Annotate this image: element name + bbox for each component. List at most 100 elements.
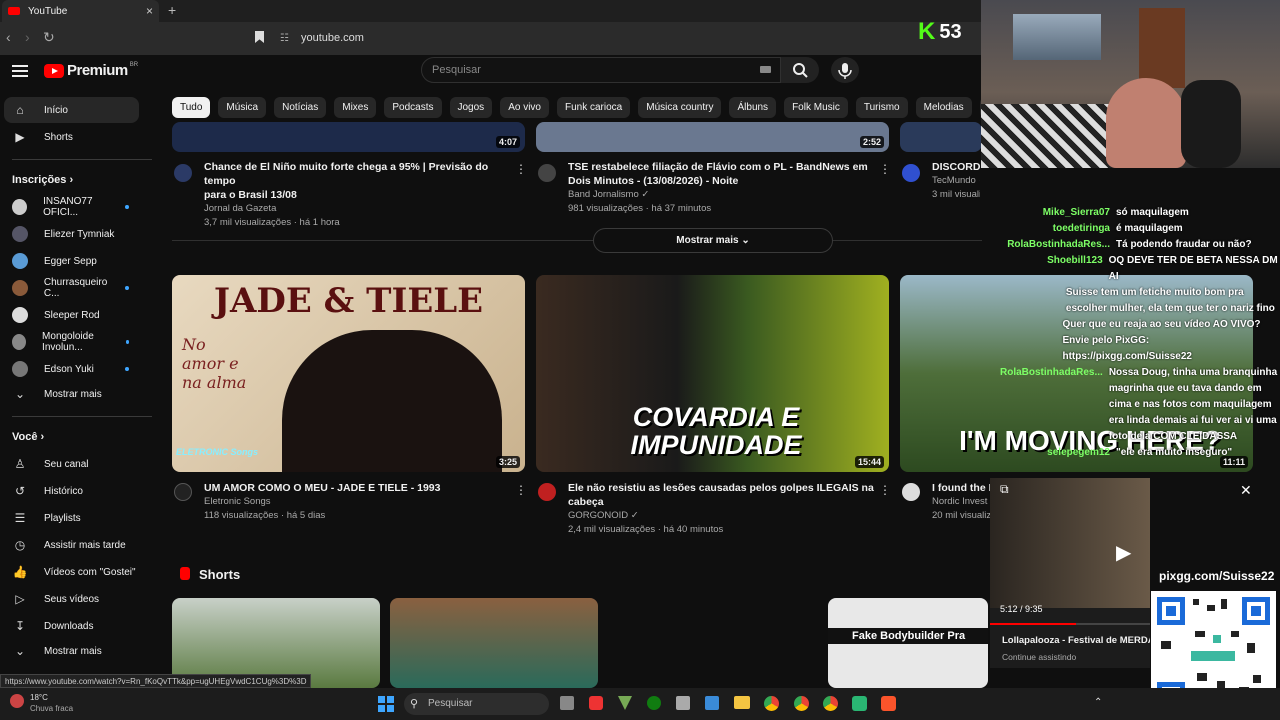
subscriptions-show-more[interactable]: ⌄ Mostrar mais [0,381,165,407]
sidebar-item-subscription[interactable]: Sleeper Rod [0,302,165,328]
video-thumbnail[interactable]: JADE & TIELE No amor e na alma ELETRONIC… [172,275,525,472]
channel-name[interactable]: Band Jornalismo ✓ [568,188,878,202]
sidebar-item-home[interactable]: ⌂ Início [4,97,139,123]
video-title[interactable]: Ele não resistiu as lesões causadas pelo… [568,481,878,495]
chrome-icon[interactable] [764,696,779,711]
forward-icon[interactable]: › [25,29,30,45]
short-thumbnail[interactable]: Fake Bodybuilder Pra [828,598,988,688]
show-more-button[interactable]: Mostrar mais ⌄ [593,228,833,253]
new-tab-button[interactable]: + [168,2,176,18]
filter-chip[interactable]: Álbuns [729,97,777,118]
site-info-icon[interactable]: ☷ [280,33,289,44]
sidebar-item-you[interactable]: ↺ Histórico [0,478,165,504]
video-title-line2[interactable]: Dois Minutos - (13/08/2026) - Noite [568,174,878,188]
video-title-line2[interactable]: para o Brasil 13/08 [204,188,514,202]
mini-player-title[interactable]: Lollapalooza - Festival de MERDAS [1002,635,1150,646]
more-options-icon[interactable]: ⋮ [515,483,527,497]
app-icon[interactable] [852,696,867,711]
filter-chip[interactable]: Notícias [274,97,327,118]
channel-avatar[interactable] [902,483,920,501]
channel-name[interactable]: GORGONOID ✓ [568,509,878,523]
xbox-icon[interactable] [647,696,661,710]
filter-chip[interactable]: Tudo [172,97,211,118]
video-thumbnail[interactable] [900,122,982,152]
video-title[interactable]: I found the P [932,481,992,495]
close-tab-icon[interactable]: × [146,4,153,18]
filter-chip[interactable]: Jogos [449,97,493,118]
more-options-icon[interactable]: ⋮ [879,483,891,497]
sidebar-item-subscription[interactable]: Churrasqueiro C... [0,275,165,301]
channel-avatar[interactable] [174,483,192,501]
chrome-icon[interactable] [823,696,838,711]
channel-name[interactable]: Eletronic Songs [204,495,514,509]
brave-icon[interactable] [881,696,896,711]
keyboard-icon[interactable] [760,66,771,73]
search-input[interactable]: Pesquisar [421,57,781,83]
video-thumbnail[interactable]: 2:52 [536,122,889,152]
video-title[interactable]: Chance de El Niño muito forte chega a 95… [204,160,514,188]
mini-player[interactable]: ⧉ ▶ 5:12 / 9:35 Lollapalooza - Festival … [990,478,1150,668]
filter-chip[interactable]: Podcasts [384,97,442,118]
filter-chip[interactable]: Turismo [855,97,908,118]
channel-avatar[interactable] [538,164,556,182]
you-show-more[interactable]: ⌄ Mostrar mais [0,638,165,664]
more-options-icon[interactable]: ⋮ [515,162,527,176]
sidebar-item-you[interactable]: ♙ Seu canal [0,451,165,477]
sidebar-item-subscription[interactable]: Mongoloide Involun... [0,329,165,355]
youtube-app-icon[interactable] [589,696,603,710]
filter-chip[interactable]: Mixes [334,97,377,118]
reload-icon[interactable]: ↻ [43,29,55,46]
sidebar-item-subscription[interactable]: INSANO77 OFICI... [0,194,165,220]
sidebar-item-you[interactable]: 👍 Vídeos com "Gostei" [0,559,165,585]
browser-tab[interactable]: YouTube × [2,0,159,22]
channel-name[interactable]: TecMundo ✓ [932,174,980,188]
video-thumbnail[interactable]: 4:07 [172,122,525,152]
file-explorer-icon[interactable] [734,696,750,709]
url-field[interactable]: ☷ youtube.com [280,27,970,49]
voice-search-button[interactable] [831,57,859,83]
sidebar-item-you[interactable]: ▷ Seus vídeos [0,586,165,612]
expand-icon[interactable]: ⧉ [1000,482,1009,497]
you-header[interactable]: Você › [12,431,44,443]
short-thumbnail[interactable] [390,598,598,688]
filter-chip[interactable]: Ao vivo [500,97,549,118]
close-mini-player-icon[interactable]: ✕ [1240,482,1252,499]
mail-icon[interactable] [705,696,719,710]
youtube-logo[interactable]: Premium BR [44,62,138,79]
filter-chip[interactable]: Melodias [915,97,972,118]
channel-avatar[interactable] [174,164,192,182]
sidebar-item-subscription[interactable]: Egger Sepp [0,248,165,274]
calculator-icon[interactable] [676,696,690,710]
task-view-icon[interactable] [560,696,574,710]
filter-chip[interactable]: Folk Music [784,97,848,118]
filter-chip[interactable]: Música country [638,97,722,118]
sidebar-item-shorts[interactable]: ▶ Shorts [0,124,165,150]
sidebar-item-you[interactable]: ☰ Playlists [0,505,165,531]
sidebar-item-subscription[interactable]: Eliezer Tymniak [0,221,165,247]
channel-avatar[interactable] [538,483,556,501]
channel-name[interactable]: Jornal da Gazeta [204,202,514,216]
filter-chip[interactable]: Música [218,97,267,118]
video-thumbnail[interactable]: COVARDIA E IMPUNIDADE 15:44 [536,275,889,472]
video-title[interactable]: UM AMOR COMO O MEU - JADE E TIELE - 1993 [204,481,514,495]
video-title[interactable]: TSE restabelece filiação de Flávio com o… [568,160,878,174]
sidebar-item-subscription[interactable]: Edson Yuki [0,356,165,382]
more-options-icon[interactable]: ⋮ [879,162,891,176]
video-title[interactable]: DISCORD SUSPENSO APÓS FALHA GRAVE [932,160,980,174]
mini-progress[interactable] [990,623,1150,625]
search-button[interactable] [781,57,819,83]
taskbar-search[interactable]: Pesquisar [404,693,549,715]
back-icon[interactable]: ‹ [6,29,11,45]
chrome-icon[interactable] [794,696,809,711]
vpn-icon[interactable] [618,696,632,710]
filter-chip[interactable]: Funk carioca [556,97,631,118]
video-title-line2[interactable]: cabeça [568,495,878,509]
sidebar-item-you[interactable]: ↧ Downloads [0,613,165,639]
channel-avatar[interactable] [902,164,920,182]
channel-name[interactable]: Nordic Invest [932,495,992,509]
tray-chevron-up-icon[interactable]: ⌃ [1094,697,1102,708]
menu-icon[interactable] [12,62,28,78]
play-icon[interactable]: ▶ [1116,540,1131,565]
sidebar-item-you[interactable]: ◷ Assistir mais tarde [0,532,165,558]
subscriptions-header[interactable]: Inscrições › [12,174,73,186]
